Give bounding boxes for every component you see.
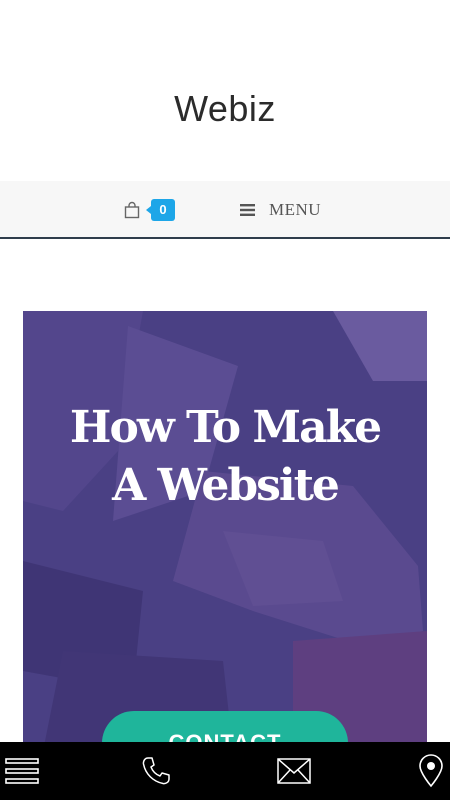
phone-icon bbox=[140, 755, 172, 787]
hero-title-line-1: How To Make bbox=[69, 402, 382, 453]
bottom-menu-button[interactable] bbox=[0, 742, 44, 800]
bottom-call-button[interactable] bbox=[132, 742, 180, 800]
bottom-action-bar bbox=[0, 742, 450, 800]
hamburger-icon bbox=[240, 203, 255, 217]
cart-count-badge: 0 bbox=[146, 199, 175, 221]
page: Webiz 0 MENU How To Make A Website CONTA… bbox=[0, 0, 450, 800]
navbar: 0 MENU bbox=[0, 181, 450, 239]
hero-title-line-2: A Website bbox=[112, 460, 340, 511]
hero-banner: How To Make A Website CONTACT bbox=[23, 311, 427, 751]
shopping-bag-icon bbox=[124, 201, 140, 219]
bottom-location-button[interactable] bbox=[412, 742, 450, 800]
hero-title: How To Make A Website bbox=[23, 399, 427, 515]
cart-button[interactable]: 0 bbox=[124, 198, 175, 222]
hero-background-image bbox=[23, 311, 427, 751]
menu-label: MENU bbox=[269, 200, 322, 219]
menu-toggle-button[interactable]: MENU bbox=[240, 198, 321, 222]
site-title[interactable]: Webiz bbox=[0, 88, 450, 130]
location-pin-icon bbox=[418, 754, 444, 788]
mail-icon bbox=[277, 758, 311, 784]
menu-icon bbox=[5, 757, 39, 785]
bottom-mail-button[interactable] bbox=[272, 742, 316, 800]
